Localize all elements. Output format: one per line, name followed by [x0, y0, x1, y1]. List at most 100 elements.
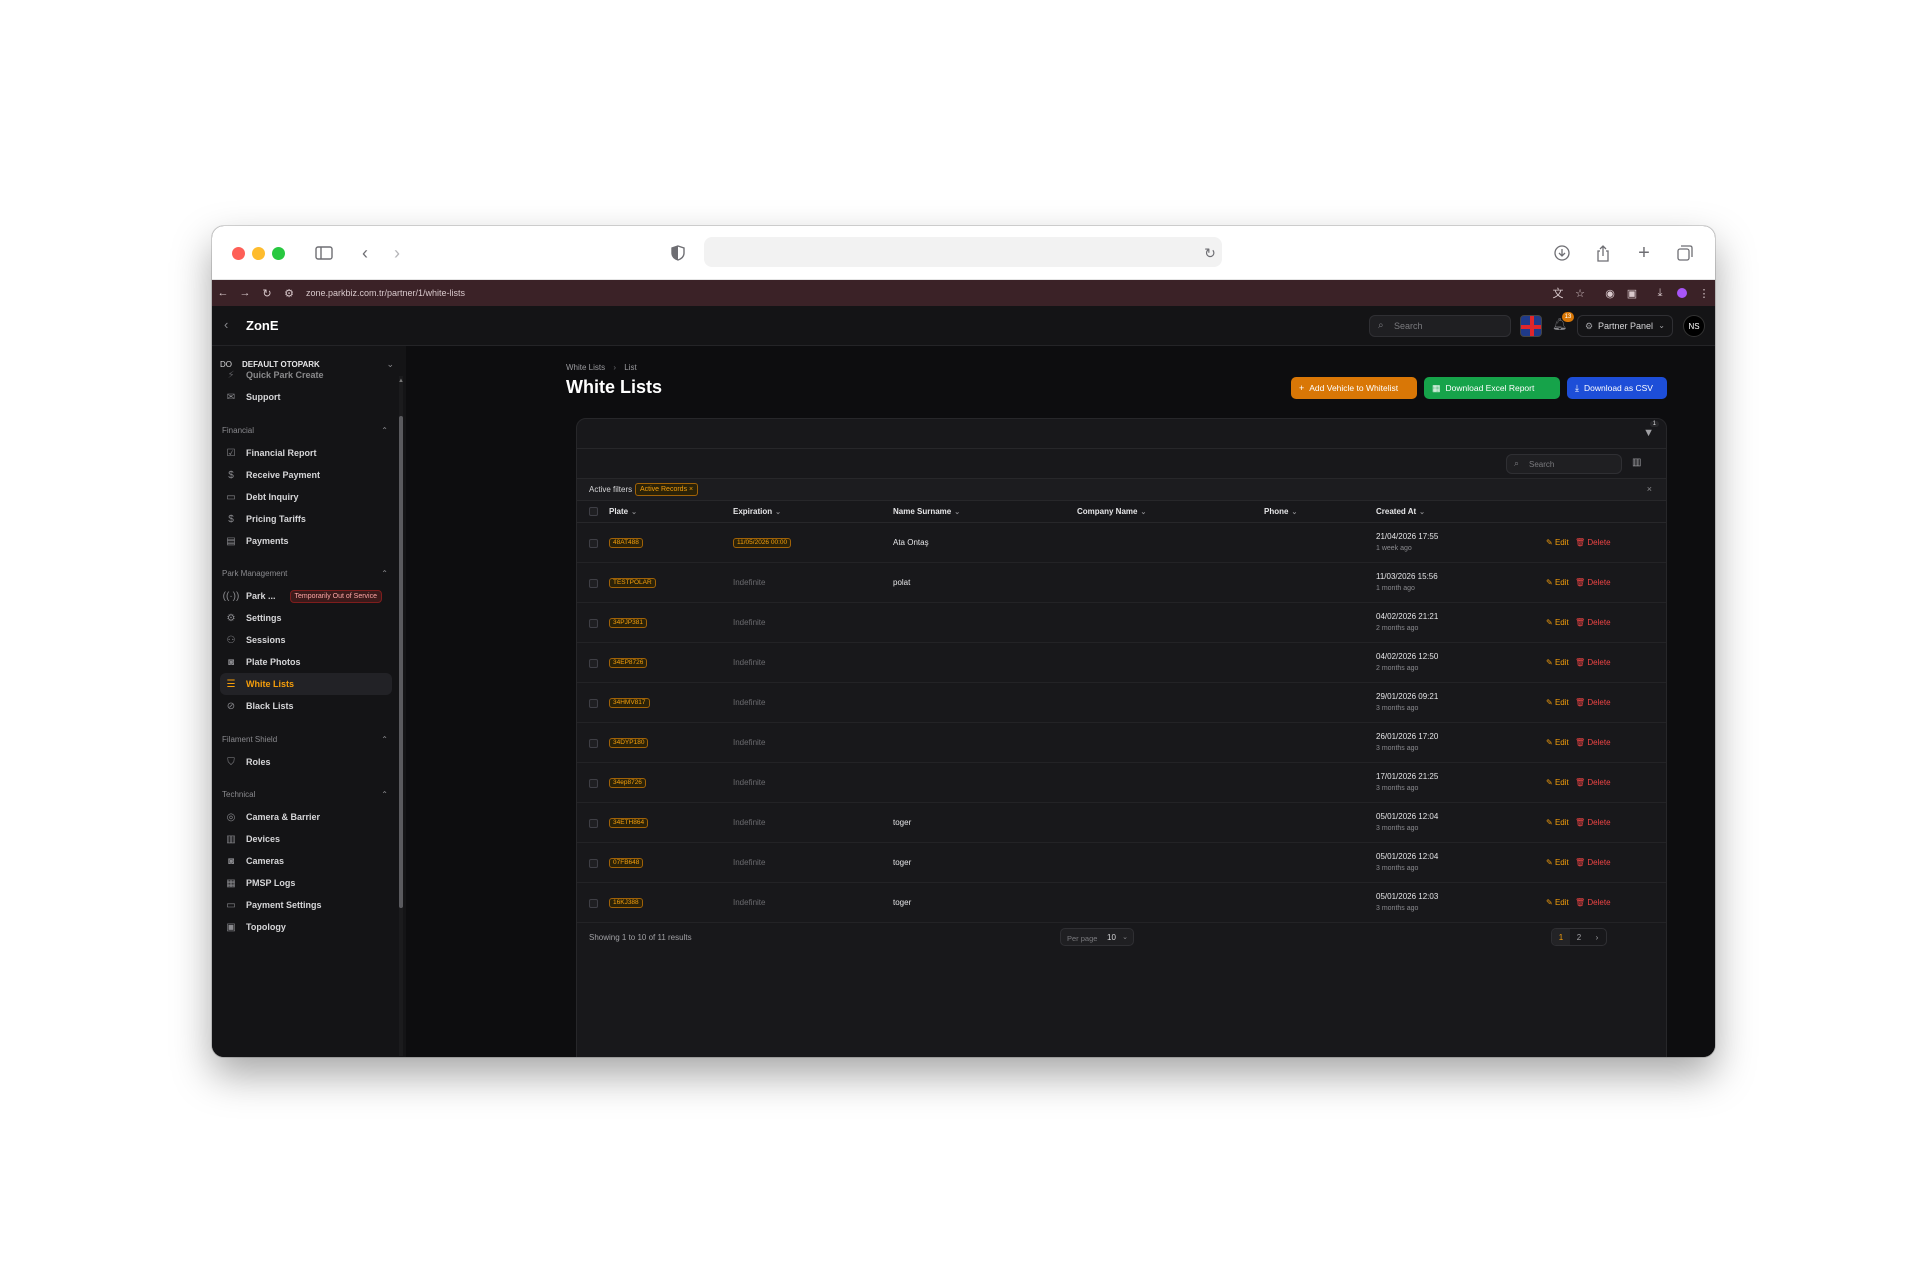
zoom-window-button[interactable] [272, 247, 285, 260]
nav-group-financial[interactable]: Financial ⌃ [222, 426, 388, 435]
sidebar-item-devices[interactable]: ▥ Devices [220, 828, 392, 850]
minimize-window-button[interactable] [252, 247, 265, 260]
close-window-button[interactable] [232, 247, 245, 260]
active-filter-chip[interactable]: Active Records × [635, 483, 699, 496]
sidebar-scrollbar-thumb[interactable] [399, 416, 403, 908]
reload-icon[interactable]: ↻ [1197, 240, 1223, 266]
bookmark-star-icon[interactable]: ☆ [1569, 287, 1591, 300]
scroll-up-arrow-icon[interactable]: ▲ [398, 378, 404, 384]
sidebar-item-camera-barrier[interactable]: ◎ Camera & Barrier [220, 806, 392, 828]
sidebar-item-payment-settings[interactable]: ▭ Payment Settings [220, 894, 392, 916]
partner-panel-dropdown[interactable]: ⚙ Partner Panel ⌄ [1577, 315, 1673, 337]
delete-button[interactable]: 🗑︎ Delete [1575, 898, 1611, 907]
column-header-expiration[interactable]: Expiration ⌄ [733, 507, 781, 516]
breadcrumb-root-link[interactable]: White Lists [566, 363, 605, 372]
download-excel-button[interactable]: ▦ Download Excel Report [1424, 377, 1560, 399]
per-page-select[interactable]: Per page 10 ⌄ [1060, 928, 1134, 946]
delete-button[interactable]: 🗑︎ Delete [1575, 618, 1611, 627]
row-checkbox[interactable] [589, 779, 598, 788]
edit-button[interactable]: ✎ Edit [1546, 738, 1569, 747]
sidebar-item-black-lists[interactable]: ⊘ Black Lists [220, 695, 392, 717]
extension-shield-icon[interactable]: ◉ [1599, 287, 1621, 300]
forward-icon[interactable]: → [234, 287, 256, 299]
sidebar-item-cameras[interactable]: ◙ Cameras [220, 850, 392, 872]
collapse-sidebar-icon[interactable]: ‹ [224, 317, 228, 332]
download-csv-button[interactable]: ⤓ Download as CSV [1567, 377, 1667, 399]
forward-icon[interactable]: › [384, 240, 410, 266]
edit-button[interactable]: ✎ Edit [1546, 698, 1569, 707]
page-button-1[interactable]: 1 [1552, 929, 1570, 945]
delete-button[interactable]: 🗑︎ Delete [1575, 658, 1611, 667]
delete-button[interactable]: 🗑︎ Delete [1575, 698, 1611, 707]
edit-button[interactable]: ✎ Edit [1546, 818, 1569, 827]
column-header-company[interactable]: Company Name ⌄ [1077, 507, 1146, 516]
clear-filters-icon[interactable]: × [1647, 484, 1652, 494]
sidebar-item-sessions[interactable]: ⚇ Sessions [220, 629, 392, 651]
downloads-icon[interactable] [1549, 240, 1575, 266]
sidebar-item-topology[interactable]: ▣ Topology [220, 916, 392, 938]
sidebar-item-pricing-tariffs[interactable]: $ Pricing Tariffs [220, 508, 392, 530]
privacy-shield-icon[interactable] [665, 240, 691, 266]
edit-button[interactable]: ✎ Edit [1546, 898, 1569, 907]
profile-icon[interactable] [1671, 287, 1693, 299]
back-icon[interactable]: ← [212, 287, 234, 299]
sidebar-item-support[interactable]: ✉ Support [220, 386, 392, 408]
row-checkbox[interactable] [589, 659, 598, 668]
table-search-input[interactable]: ⌕ Search [1506, 454, 1622, 474]
sidebar-item-pmsp-logs[interactable]: ▦ PMSP Logs [220, 872, 392, 894]
sidebar-item-settings[interactable]: ⚙ Settings [220, 607, 392, 629]
sidebar-item-quick-park[interactable]: ⚡︎ Quick Park Create [220, 364, 392, 386]
sidebar-item-park[interactable]: ((·)) Park ... Temporarily Out of Servic… [220, 585, 392, 607]
sidebar-item-financial-report[interactable]: ☑ Financial Report [220, 442, 392, 464]
global-search-input[interactable]: ⌕ Search [1369, 315, 1511, 337]
row-checkbox[interactable] [589, 619, 598, 628]
language-flag-icon[interactable] [1520, 315, 1542, 337]
delete-button[interactable]: 🗑︎ Delete [1575, 858, 1611, 867]
nav-group-filament-shield[interactable]: Filament Shield ⌃ [222, 735, 388, 744]
delete-button[interactable]: 🗑︎ Delete [1575, 738, 1611, 747]
column-toggle-icon[interactable]: ▥ [1632, 457, 1641, 468]
safari-address-bar[interactable] [704, 237, 1222, 267]
nav-group-park-management[interactable]: Park Management ⌃ [222, 569, 388, 578]
nav-group-technical[interactable]: Technical ⌃ [222, 790, 388, 799]
remove-filter-icon[interactable]: × [689, 486, 693, 493]
back-icon[interactable]: ‹ [352, 240, 378, 266]
delete-button[interactable]: 🗑︎ Delete [1575, 818, 1611, 827]
download-icon[interactable]: ⤓ [1649, 287, 1671, 300]
row-checkbox[interactable] [589, 579, 598, 588]
sidebar-item-payments[interactable]: ▤ Payments [220, 530, 392, 552]
column-header-created[interactable]: Created At ⌄ [1376, 507, 1425, 516]
sidebar-item-receive-payment[interactable]: $ Receive Payment [220, 464, 392, 486]
column-header-plate[interactable]: Plate ⌄ [609, 507, 637, 516]
row-checkbox[interactable] [589, 819, 598, 828]
sidebar-item-white-lists[interactable]: ☰ White Lists [220, 673, 392, 695]
extensions-puzzle-icon[interactable]: ▣ [1621, 287, 1643, 300]
edit-button[interactable]: ✎ Edit [1546, 618, 1569, 627]
delete-button[interactable]: 🗑︎ Delete [1575, 578, 1611, 587]
sidebar-item-plate-photos[interactable]: ◙ Plate Photos [220, 651, 392, 673]
site-settings-icon[interactable]: ⚙ [278, 287, 300, 300]
row-checkbox[interactable] [589, 739, 598, 748]
row-checkbox[interactable] [589, 859, 598, 868]
share-icon[interactable] [1590, 240, 1616, 266]
edit-button[interactable]: ✎ Edit [1546, 538, 1569, 547]
edit-button[interactable]: ✎ Edit [1546, 778, 1569, 787]
row-checkbox[interactable] [589, 699, 598, 708]
delete-button[interactable]: 🗑︎ Delete [1575, 538, 1611, 547]
url-text[interactable]: zone.parkbiz.com.tr/partner/1/white-list… [306, 288, 465, 298]
select-all-checkbox[interactable] [589, 507, 598, 516]
sidebar-item-debt-inquiry[interactable]: ▭ Debt Inquiry [220, 486, 392, 508]
edit-button[interactable]: ✎ Edit [1546, 578, 1569, 587]
tab-overview-icon[interactable] [1672, 240, 1698, 266]
menu-icon[interactable]: ⋮ [1693, 287, 1715, 300]
page-button-2[interactable]: 2 [1570, 929, 1588, 945]
new-tab-icon[interactable]: + [1631, 240, 1657, 266]
user-avatar[interactable]: NS [1683, 315, 1705, 337]
next-page-button[interactable]: › [1588, 929, 1606, 945]
sidebar-toggle-icon[interactable] [311, 240, 337, 266]
row-checkbox[interactable] [589, 899, 598, 908]
add-vehicle-button[interactable]: + Add Vehicle to Whitelist [1291, 377, 1417, 399]
column-header-phone[interactable]: Phone ⌄ [1264, 507, 1297, 516]
delete-button[interactable]: 🗑︎ Delete [1575, 778, 1611, 787]
reload-icon[interactable]: ↻ [256, 287, 278, 300]
